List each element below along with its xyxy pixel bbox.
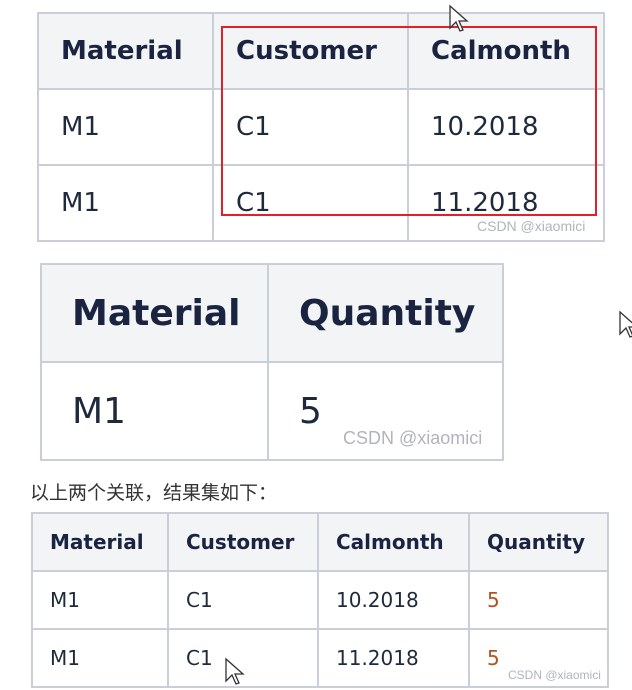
cell: 5 <box>468 570 609 630</box>
cell: M1 <box>31 570 169 630</box>
header-customer: Customer <box>167 512 319 572</box>
cell: M1 <box>37 88 214 166</box>
header-calmonth: Calmonth <box>317 512 470 572</box>
table-row: M1 C1 10.2018 5 <box>31 570 609 630</box>
cursor-arrow-icon <box>619 310 632 338</box>
highlight-box <box>221 26 597 216</box>
header-material: Material <box>31 512 169 572</box>
watermark: CSDN @xiaomici <box>508 668 601 682</box>
watermark: CSDN @xiaomici <box>343 428 483 448</box>
header-quantity: Quantity <box>468 512 609 572</box>
cell: M1 <box>37 164 214 242</box>
watermark: CSDN @xiaomici <box>477 218 586 234</box>
cursor-arrow-icon <box>449 4 469 32</box>
cell: M1 <box>40 361 269 461</box>
cell: M1 <box>31 628 169 688</box>
cell: 10.2018 <box>317 570 470 630</box>
caption-text: 以上两个关联，结果集如下： <box>30 482 278 504</box>
header-material: Material <box>40 263 269 363</box>
cell: C1 <box>167 570 319 630</box>
cell: 11.2018 <box>317 628 470 688</box>
header-material: Material <box>37 12 214 90</box>
cursor-arrow-icon <box>225 657 245 685</box>
header-quantity: Quantity <box>267 263 504 363</box>
result-table: Material Customer Calmonth Quantity M1 C1 10.… <box>31 512 609 688</box>
